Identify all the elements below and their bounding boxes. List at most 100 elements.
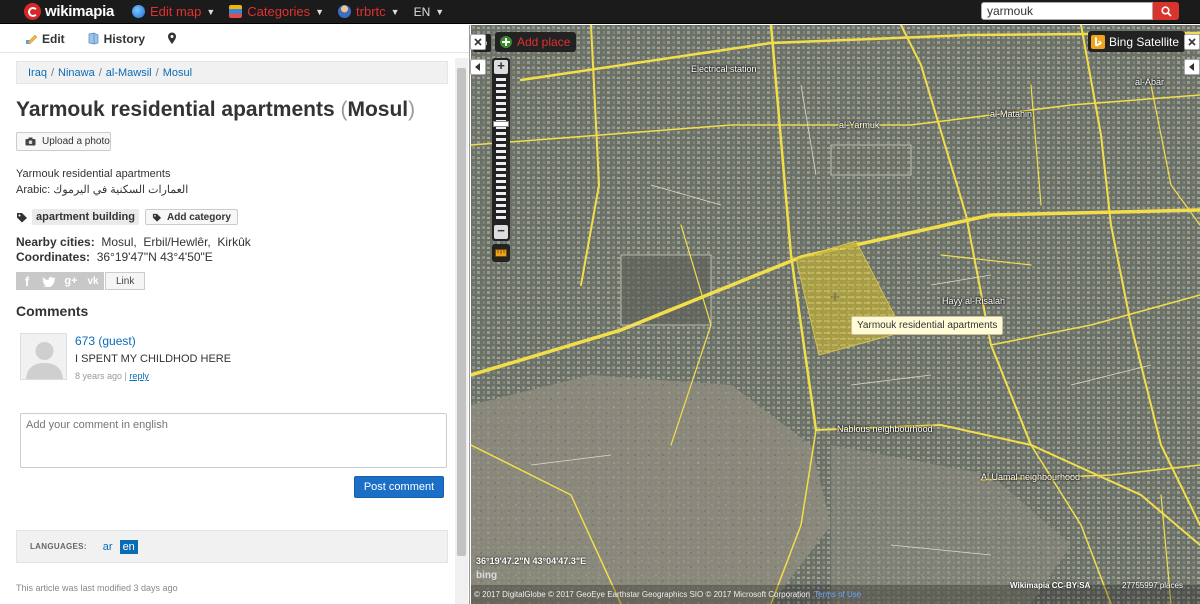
- map-label-nablous-neighbourhood[interactable]: Nablous neighbourhood: [837, 424, 933, 434]
- close-icon: [1188, 38, 1196, 46]
- map-label-al-abar[interactable]: al-Abar: [1135, 77, 1164, 87]
- add-place-icon: [500, 36, 512, 48]
- satellite-map[interactable]: [471, 25, 1200, 604]
- comment-text: I SPENT MY CHILDHOD HERE: [75, 353, 232, 365]
- map-label-al-matahin[interactable]: al-Matahin: [990, 109, 1032, 119]
- chevron-down-icon: ▼: [315, 6, 325, 17]
- ruler-icon: [495, 249, 507, 257]
- history-button[interactable]: History: [87, 32, 145, 46]
- breadcrumb-item-iraq[interactable]: Iraq: [28, 67, 47, 79]
- scrollbar-thumb[interactable]: [457, 68, 466, 556]
- wikimapia-credit: Wikimapia CC-BY-SA: [1010, 581, 1091, 590]
- zoom-slider-handle[interactable]: [493, 121, 509, 127]
- ruler-button[interactable]: [492, 244, 510, 262]
- edit-map-menu[interactable]: Edit map ▼: [132, 0, 215, 24]
- map-label-hayy-al-risalah[interactable]: Hayy al-Risalah: [942, 296, 1005, 306]
- comment-input[interactable]: [20, 413, 447, 468]
- twitter-icon[interactable]: [38, 272, 60, 290]
- add-place-button[interactable]: Add place: [495, 32, 577, 52]
- locate-button[interactable]: [167, 32, 181, 45]
- breadcrumb-separator: /: [98, 66, 102, 79]
- zoom-out-button[interactable]: −: [494, 224, 508, 239]
- zoom-in-button[interactable]: +: [494, 59, 508, 74]
- panel-toolbar: Edit History: [0, 25, 469, 53]
- collapse-map-menu-button[interactable]: [1184, 59, 1200, 75]
- close-panel-button[interactable]: [470, 34, 486, 50]
- post-comment-button[interactable]: Post comment: [354, 476, 444, 498]
- place-city: Mosul: [347, 98, 409, 121]
- add-category-button[interactable]: Add category: [145, 209, 238, 225]
- map-label-al-yarmuk[interactable]: al-Yarmuk: [839, 120, 879, 130]
- vk-icon[interactable]: vk: [82, 272, 104, 290]
- map-label-al-uamal-neighbourhood[interactable]: Al Uamal neighbourhood: [981, 472, 1080, 482]
- bing-logo: bing: [476, 570, 498, 581]
- breadcrumb-item-mosul[interactable]: Mosul: [163, 67, 192, 79]
- map-view[interactable]: Add place Bing Satellite + − Electrical …: [471, 25, 1200, 604]
- search-button[interactable]: [1153, 2, 1179, 20]
- user-menu[interactable]: trbrtc ▼: [338, 0, 400, 24]
- collapse-panel-button[interactable]: [470, 59, 486, 75]
- facebook-icon[interactable]: f: [16, 272, 38, 290]
- map-layer-selector[interactable]: Bing Satellite: [1088, 31, 1186, 52]
- wikimapia-logo[interactable]: wikimapia: [24, 3, 132, 20]
- twitter-bird-icon: [42, 276, 56, 287]
- nearby-label: Nearby cities:: [16, 235, 95, 249]
- breadcrumb-item-al-mawsil[interactable]: al-Mawsil: [106, 67, 152, 79]
- google-plus-icon[interactable]: g+: [60, 272, 82, 290]
- map-label-electrical-station[interactable]: Electrical station: [691, 64, 757, 74]
- language-link-ar[interactable]: ar: [100, 540, 116, 554]
- close-map-menu-button[interactable]: [1184, 34, 1200, 50]
- category-tag[interactable]: apartment building: [32, 209, 139, 225]
- top-bar: wikimapia Edit map ▼ Categories ▼ trbrtc…: [0, 0, 1200, 24]
- map-copyright: © 2017 DigitalGlobe © 2017 GeoEye Earths…: [471, 585, 1200, 604]
- place-content: Iraq / Ninawa / al-Mawsil / Mosul Yarmouk r…: [0, 53, 455, 604]
- place-tooltip: Yarmouk residential apartments: [851, 316, 1004, 335]
- nearby-list[interactable]: Mosul, Erbil/Hewlêr, Kirkûk: [101, 235, 250, 249]
- username-label: trbrtc: [356, 4, 386, 19]
- breadcrumb: Iraq / Ninawa / al-Mawsil / Mosul: [16, 61, 448, 84]
- panel-scrollbar[interactable]: [455, 58, 468, 604]
- description-line: Yarmouk residential apartments: [16, 168, 171, 180]
- search-input[interactable]: [981, 2, 1153, 20]
- upload-photo-label: Upload a photo: [42, 136, 110, 147]
- place-name: Yarmouk residential apartments: [16, 98, 335, 121]
- breadcrumb-separator: /: [155, 66, 159, 79]
- breadcrumb-item-ninawa[interactable]: Ninawa: [58, 67, 95, 79]
- upload-photo-button[interactable]: Upload a photo: [16, 132, 111, 151]
- user-icon: [338, 5, 352, 18]
- title-paren: ): [408, 98, 416, 121]
- camera-icon: [25, 137, 36, 146]
- reply-link[interactable]: reply: [129, 371, 149, 381]
- language-label: EN: [413, 4, 431, 19]
- language-link-en[interactable]: en: [119, 539, 138, 554]
- link-label: Link: [116, 275, 135, 287]
- avatar: [20, 333, 67, 380]
- edit-map-label: Edit map: [150, 4, 202, 19]
- chevron-down-icon: ▼: [390, 6, 400, 17]
- coordinates: Coordinates: 36°19'47"N 43°4'50"E: [16, 250, 213, 264]
- edit-button[interactable]: Edit: [25, 32, 65, 46]
- place-count: 27755997 places: [1122, 581, 1183, 590]
- terms-of-use-link[interactable]: Terms of Use: [814, 590, 861, 599]
- pencil-icon: [26, 34, 38, 45]
- zoom-slider[interactable]: [496, 78, 506, 222]
- comments-header: Comments: [16, 303, 89, 319]
- language-menu[interactable]: EN ▼: [414, 0, 445, 24]
- chevron-down-icon: ▼: [435, 6, 445, 17]
- page-title: Yarmouk residential apartments (Mosul): [16, 98, 415, 122]
- link-button[interactable]: Link: [105, 272, 146, 290]
- user-silhouette-icon: [21, 334, 66, 379]
- categories-menu[interactable]: Categories ▼: [229, 0, 324, 24]
- copyright-text: © 2017 DigitalGlobe © 2017 GeoEye Earths…: [474, 590, 811, 599]
- logo-text: wikimapia: [45, 3, 114, 20]
- history-label: History: [103, 31, 146, 46]
- share-bar: f g+ vk Link: [16, 272, 146, 290]
- comment-author[interactable]: 673 (guest): [75, 334, 136, 348]
- chevron-left-icon: [475, 63, 480, 71]
- layer-label: Bing Satellite: [1109, 34, 1180, 49]
- add-place-label: Add place: [517, 35, 571, 49]
- tag-icon: [17, 212, 27, 222]
- categories-label: Categories: [247, 4, 311, 19]
- close-icon: [474, 38, 482, 46]
- post-comment-label: Post comment: [363, 481, 435, 493]
